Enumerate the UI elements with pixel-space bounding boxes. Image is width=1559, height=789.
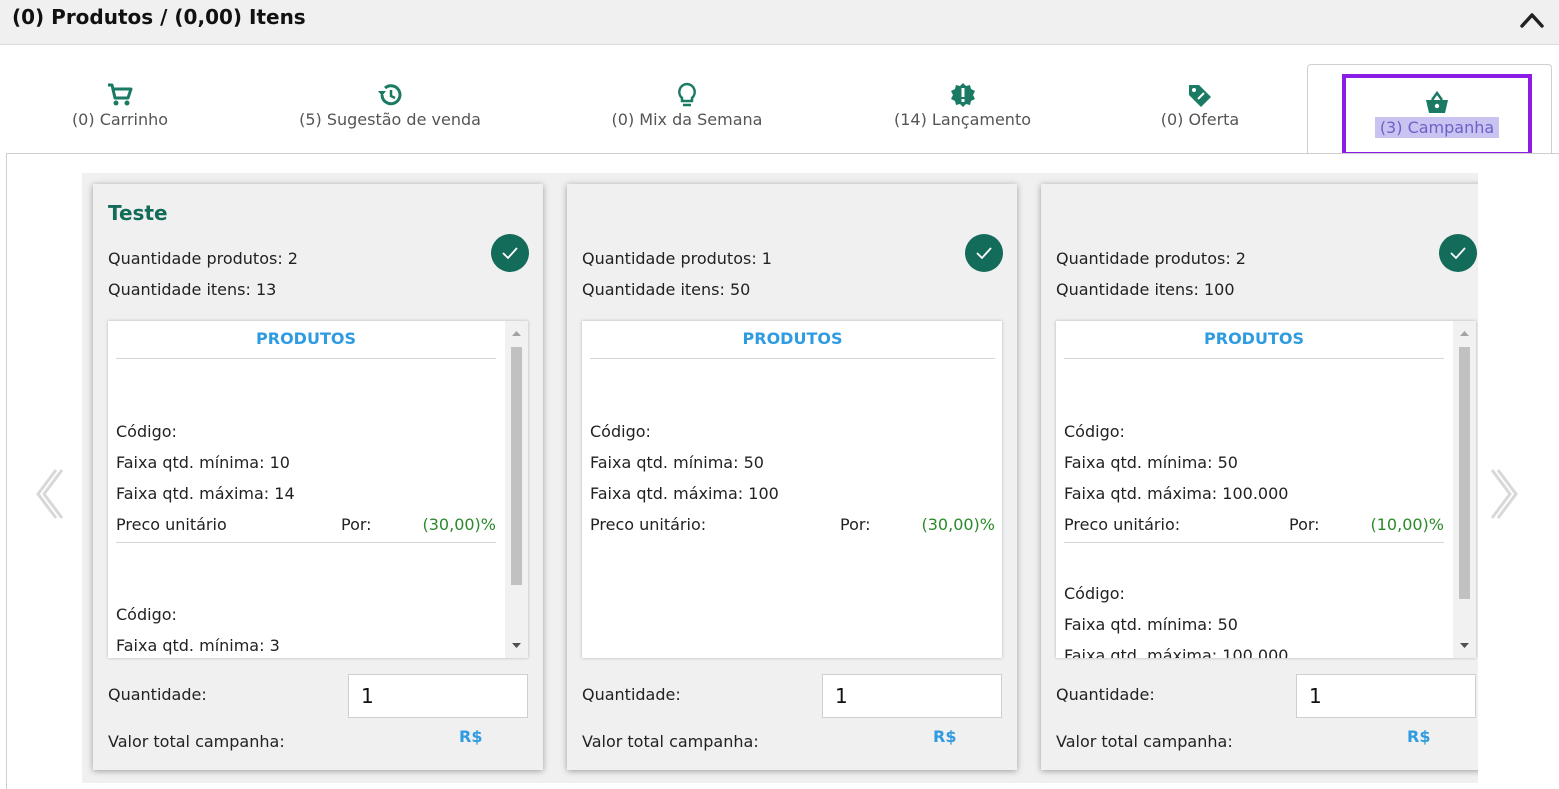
- product-min-range: Faixa qtd. mínima: 3: [116, 636, 280, 655]
- products-list[interactable]: PRODUTOS Código: Faixa qtd. mínima: 50 F…: [1056, 321, 1476, 658]
- tab-carrinho[interactable]: (0) Carrinho: [60, 82, 180, 152]
- campaign-card: Quantidade produtos: 2 Quantidade itens:…: [1041, 184, 1478, 770]
- product-por-label: Por:: [840, 515, 871, 534]
- check-circle-icon[interactable]: [965, 234, 1003, 272]
- check-circle-icon[interactable]: [491, 234, 529, 272]
- chevron-right-icon: [1490, 469, 1518, 519]
- carousel-next-button[interactable]: [1478, 462, 1532, 526]
- product-min-range: Faixa qtd. mínima: 50: [1064, 615, 1238, 634]
- product-unit-price: Preco unitário: [116, 515, 227, 534]
- products-list[interactable]: PRODUTOS Código: Faixa qtd. mínima: 50 F…: [582, 321, 1002, 658]
- tab-mix-da-semana[interactable]: (0) Mix da Semana: [602, 82, 772, 152]
- products-scrollbar[interactable]: [505, 321, 528, 658]
- product-min-range: Faixa qtd. mínima: 50: [590, 453, 764, 472]
- total-label: Valor total campanha:: [108, 732, 285, 751]
- product-code: Código:: [1064, 584, 1125, 603]
- product-discount: (30,00)%: [422, 515, 497, 534]
- history-icon: [378, 84, 402, 106]
- products-list[interactable]: PRODUTOS Código: Faixa qtd. mínima: 10 F…: [108, 321, 528, 658]
- quantity-items: Quantidade itens: 50: [582, 280, 751, 299]
- total-value: R$: [1407, 727, 1431, 746]
- product-code: Código:: [1064, 422, 1125, 441]
- chevron-left-icon: [36, 469, 64, 519]
- summary-header: (0) Produtos / (0,00) Itens: [0, 0, 1559, 45]
- product-discount: (30,00)%: [921, 515, 996, 534]
- selection-highlight: [1342, 74, 1532, 156]
- product-max-range: Faixa qtd. máxima: 100: [590, 484, 779, 503]
- product-unit-price: Preco unitário:: [590, 515, 707, 534]
- products-scrollbar[interactable]: [1453, 321, 1476, 658]
- products-header: PRODUTOS: [116, 329, 496, 359]
- product-separator: [1064, 542, 1444, 543]
- tab-lancamento[interactable]: (14) Lançamento: [885, 82, 1040, 152]
- scroll-down-icon[interactable]: [1453, 634, 1476, 658]
- product-min-range: Faixa qtd. mínima: 50: [1064, 453, 1238, 472]
- quantity-input[interactable]: [348, 674, 528, 718]
- quantity-items: Quantidade itens: 100: [1056, 280, 1235, 299]
- quantity-products: Quantidade produtos: 2: [1056, 249, 1246, 268]
- quantity-label: Quantidade:: [582, 685, 681, 704]
- tab-sugestao-de-venda[interactable]: (5) Sugestão de venda: [290, 82, 490, 152]
- product-min-range: Faixa qtd. mínima: 10: [116, 453, 290, 472]
- total-label: Valor total campanha:: [1056, 732, 1233, 751]
- scroll-thumb[interactable]: [1459, 347, 1470, 599]
- quantity-input[interactable]: [1296, 674, 1476, 718]
- product-unit-price: Preco unitário:: [1064, 515, 1181, 534]
- tab-label: (0) Mix da Semana: [611, 110, 763, 129]
- tab-label: (5) Sugestão de venda: [299, 110, 481, 129]
- campaign-carousel: Teste Quantidade produtos: 2 Quantidade …: [82, 173, 1478, 783]
- chevron-up-icon: [1520, 13, 1544, 28]
- quantity-items: Quantidade itens: 13: [108, 280, 277, 299]
- quantity-label: Quantidade:: [108, 685, 207, 704]
- product-separator: [116, 542, 496, 543]
- tab-oferta[interactable]: (0) Oferta: [1150, 82, 1250, 152]
- tab-label: (0) Oferta: [1160, 110, 1240, 129]
- campaign-title: Teste: [108, 201, 168, 225]
- product-discount: (10,00)%: [1370, 515, 1445, 534]
- product-max-range: Faixa qtd. máxima: 14: [116, 484, 295, 503]
- product-code: Código:: [116, 605, 177, 624]
- lightbulb-icon: [678, 82, 696, 107]
- cart-icon: [108, 83, 133, 106]
- product-code: Código:: [116, 422, 177, 441]
- collapse-button[interactable]: [1517, 6, 1547, 32]
- campaign-card: Teste Quantidade produtos: 2 Quantidade …: [93, 184, 543, 770]
- tag-icon: [1189, 85, 1211, 107]
- product-max-range: Faixa qtd. máxima: 100.000: [1064, 646, 1289, 658]
- scroll-down-icon[interactable]: [505, 634, 528, 658]
- products-header: PRODUTOS: [590, 329, 995, 359]
- summary-title: (0) Produtos / (0,00) Itens: [12, 5, 306, 29]
- campaign-card: Quantidade produtos: 1 Quantidade itens:…: [567, 184, 1017, 770]
- check-circle-icon[interactable]: [1439, 234, 1477, 272]
- total-value: R$: [933, 727, 957, 746]
- product-por-label: Por:: [1289, 515, 1320, 534]
- scroll-thumb[interactable]: [511, 347, 522, 585]
- products-header: PRODUTOS: [1064, 329, 1444, 359]
- tab-label: (14) Lançamento: [893, 110, 1032, 129]
- quantity-products: Quantidade produtos: 1: [582, 249, 772, 268]
- product-max-range: Faixa qtd. máxima: 100.000: [1064, 484, 1289, 503]
- badge-alert-icon: [950, 83, 975, 107]
- quantity-products: Quantidade produtos: 2: [108, 249, 298, 268]
- scroll-up-icon[interactable]: [505, 321, 528, 345]
- quantity-input[interactable]: [822, 674, 1002, 718]
- total-label: Valor total campanha:: [582, 732, 759, 751]
- quantity-label: Quantidade:: [1056, 685, 1155, 704]
- tab-label: (0) Carrinho: [71, 110, 169, 129]
- tab-bar: (0) Carrinho (5) Sugestão de venda (0) M…: [0, 60, 1559, 156]
- product-por-label: Por:: [341, 515, 372, 534]
- product-code: Código:: [590, 422, 651, 441]
- carousel-prev-button[interactable]: [22, 462, 76, 526]
- total-value: R$: [459, 727, 483, 746]
- scroll-up-icon[interactable]: [1453, 321, 1476, 345]
